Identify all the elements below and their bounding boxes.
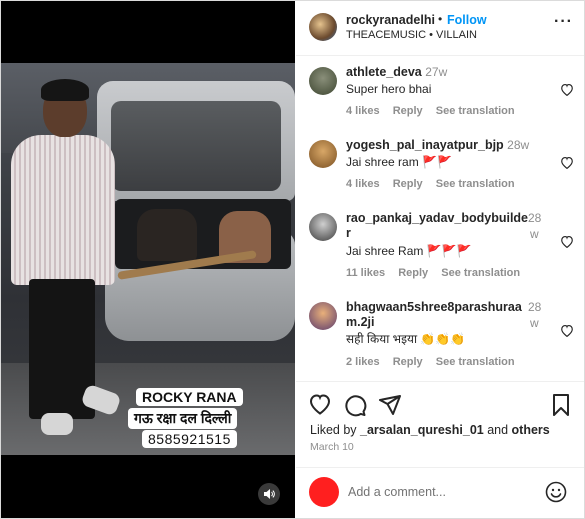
- video-caption: ROCKY RANA गऊ रक्षा दल दिल्ली 8585921515: [128, 388, 276, 452]
- smiley-icon: [545, 481, 567, 503]
- see-translation-link[interactable]: See translation: [436, 356, 515, 368]
- heart-icon: [561, 156, 573, 170]
- liked-by-prefix: Liked by: [310, 423, 361, 437]
- comment-time: 28: [528, 211, 542, 225]
- like-comment-button[interactable]: [560, 324, 574, 340]
- share-post-button[interactable]: [378, 393, 402, 417]
- commenter-avatar[interactable]: [309, 302, 337, 330]
- paper-plane-icon: [379, 395, 401, 415]
- separator-dot: •: [438, 12, 443, 26]
- commenter-avatar[interactable]: [309, 140, 337, 168]
- post-action-bar: [296, 393, 584, 419]
- audio-attribution[interactable]: THEACEMUSIC • VILLAIN: [346, 29, 477, 41]
- commenter-username[interactable]: yogesh_pal_inayatpur_bjp: [346, 138, 504, 152]
- section-divider: [296, 381, 584, 382]
- like-comment-button[interactable]: [560, 156, 574, 172]
- comment-text: Jai shree ram 🚩🚩: [346, 155, 452, 169]
- post-media[interactable]: ROCKY RANA गऊ रक्षा दल दिल्ली 8585921515: [1, 1, 295, 518]
- emoji-picker-button[interactable]: [545, 481, 567, 503]
- commenter-username-wrap[interactable]: r: [346, 226, 351, 241]
- commenter-avatar[interactable]: [309, 67, 337, 95]
- commenter-username[interactable]: rao_pankaj_yadav_bodybuilde: [346, 211, 528, 225]
- commenter-avatar[interactable]: [309, 213, 337, 241]
- caption-phone: 8585921515: [142, 430, 237, 448]
- comment-post-button[interactable]: [343, 393, 367, 417]
- see-translation-link[interactable]: See translation: [441, 267, 520, 279]
- like-comment-button[interactable]: [560, 235, 574, 251]
- standing-man: [5, 79, 122, 443]
- comment-reply-button[interactable]: Reply: [398, 267, 428, 279]
- caption-name: ROCKY RANA: [136, 388, 243, 406]
- liked-by-text: Liked by _arsalan_qureshi_01 and others: [310, 423, 550, 437]
- comment-text: Super hero bhai: [346, 82, 432, 96]
- post-header: rockyranadelhi • Follow THEACEMUSIC • VI…: [296, 1, 584, 56]
- car-trunk-lid-inner: [111, 101, 281, 191]
- comment-reply-button[interactable]: Reply: [393, 356, 423, 368]
- comment-reply-button[interactable]: Reply: [393, 105, 423, 117]
- liked-by-user-link[interactable]: _arsalan_qureshi_01: [360, 423, 484, 437]
- current-user-avatar[interactable]: [309, 477, 339, 507]
- caption-organization: गऊ रक्षा दल दिल्ली: [128, 408, 238, 429]
- commenter-username[interactable]: athlete_deva: [346, 65, 422, 79]
- like-post-button[interactable]: [308, 393, 332, 417]
- comment-time: 28: [528, 300, 542, 314]
- post-sidebar: rockyranadelhi • Follow THEACEMUSIC • VI…: [296, 1, 584, 518]
- liked-by-others-link[interactable]: others: [512, 423, 550, 437]
- add-comment-input[interactable]: Add a comment...: [348, 485, 446, 499]
- comment-time-unit: w: [530, 227, 539, 241]
- photo-car: [97, 81, 295, 371]
- comment-time: 28w: [507, 138, 530, 152]
- author-avatar[interactable]: [309, 13, 337, 41]
- like-comment-button[interactable]: [560, 83, 574, 99]
- follow-button[interactable]: Follow: [447, 13, 487, 27]
- audio-toggle-button[interactable]: [258, 483, 280, 505]
- author-username[interactable]: rockyranadelhi: [346, 13, 435, 27]
- see-translation-link[interactable]: See translation: [436, 105, 515, 117]
- comment-likes[interactable]: 4 likes: [346, 178, 380, 190]
- bookmark-icon: [553, 394, 569, 416]
- liked-by-and: and: [483, 423, 512, 437]
- section-divider: [296, 467, 584, 468]
- commenter-username[interactable]: bhagwaan5shree8parashuraa: [346, 300, 522, 314]
- comment-text: सही किया भइया 👏👏👏: [346, 332, 466, 346]
- comment-likes[interactable]: 4 likes: [346, 105, 380, 117]
- comment-reply-button[interactable]: Reply: [393, 178, 423, 190]
- man-shirt: [11, 135, 115, 285]
- heart-icon: [561, 324, 573, 338]
- comment-text: Jai shree Ram 🚩🚩🚩: [346, 244, 472, 258]
- see-translation-link[interactable]: See translation: [436, 178, 515, 190]
- heart-icon: [561, 235, 573, 249]
- comment-time: 27w: [425, 65, 448, 79]
- more-options-button[interactable]: ···: [554, 13, 573, 31]
- man-hair: [41, 79, 89, 101]
- comment-time-unit: w: [530, 316, 539, 330]
- man-shoe: [41, 413, 73, 435]
- person-in-trunk-1: [137, 209, 197, 261]
- commenter-username-wrap[interactable]: m.2ji: [346, 315, 375, 330]
- comment-bubble-icon: [345, 395, 367, 417]
- heart-icon: [309, 394, 331, 415]
- heart-icon: [561, 83, 573, 97]
- speaker-icon: [264, 489, 275, 499]
- comment-likes[interactable]: 11 likes: [346, 267, 385, 279]
- comment-likes[interactable]: 2 likes: [346, 356, 380, 368]
- post-date[interactable]: March 10: [310, 441, 354, 453]
- save-post-button[interactable]: [550, 393, 574, 417]
